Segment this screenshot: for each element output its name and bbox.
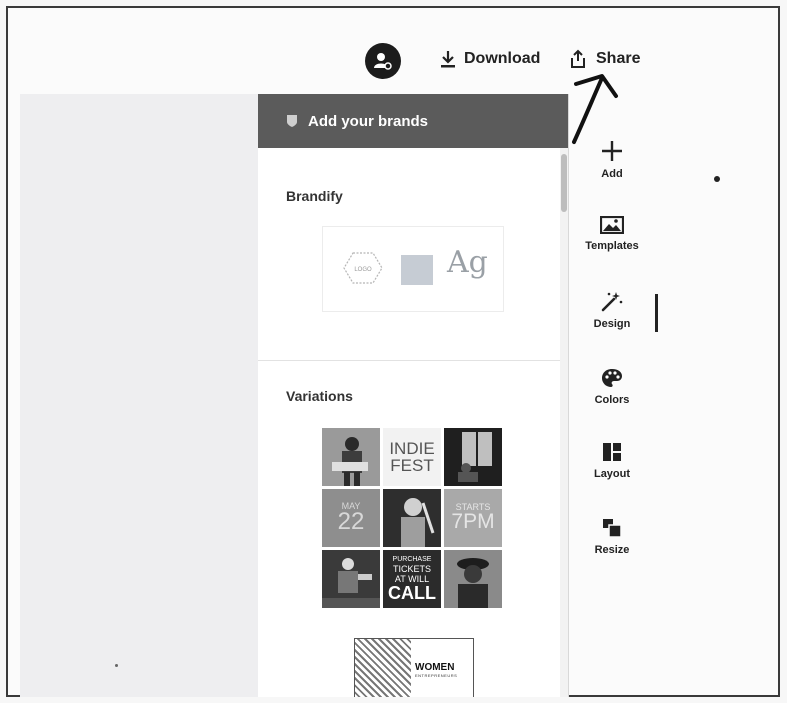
rail-label-layout: Layout: [593, 468, 631, 480]
plus-icon: [602, 141, 622, 161]
rail-label-colors: Colors: [594, 394, 630, 406]
panel-header-title: Add your brands: [308, 112, 429, 130]
rail-label-add: Add: [601, 168, 623, 180]
variation-tile-tickets: PURCHASE TICKETS AT WILL CALL: [383, 550, 441, 608]
tile-text-tickets: TICKETS: [392, 564, 431, 574]
variation-thumbnail-women[interactable]: WOMEN ENTREPRENEURS: [354, 638, 474, 697]
tile-text-call: CALL: [388, 583, 436, 603]
variation-tile-starts: STARTS 7PM: [444, 489, 502, 547]
top-bar: Download Share: [8, 8, 778, 144]
variations-title: Variations: [286, 388, 353, 404]
rail-resize[interactable]: Resize: [574, 518, 650, 556]
download-label: Download: [464, 50, 541, 67]
handdrawn-mark-line: [655, 294, 658, 332]
brandify-title: Brandify: [286, 188, 343, 204]
panel-divider: [258, 360, 560, 361]
window-frame: Download Share Add your brands Brandify: [6, 6, 780, 697]
tile-text-fest: FEST: [390, 456, 434, 475]
panel-scrollbar[interactable]: [560, 148, 568, 697]
brand-font-sample: Ag: [447, 245, 488, 280]
rail-label-resize: Resize: [594, 544, 630, 556]
variation-tile-may: MAY 22: [322, 489, 380, 547]
variation-tile-photo-1: [322, 428, 380, 486]
tile-text-indie: INDIE: [389, 439, 435, 458]
variation-tile-photo-3: [383, 489, 441, 547]
thumb-title: WOMEN: [415, 662, 455, 673]
logo-text: LOGO: [354, 267, 372, 273]
download-button[interactable]: Download: [440, 46, 540, 72]
window-figure-image: [444, 428, 502, 486]
resize-icon: [603, 519, 622, 538]
tile-text-day: 22: [337, 508, 365, 535]
magic-wand-icon: [601, 292, 623, 312]
user-icon: [374, 53, 392, 70]
performer-image: [322, 550, 380, 608]
rail-label-templates: Templates: [585, 240, 639, 252]
portrait-image: [444, 550, 502, 608]
rail-layout[interactable]: Layout: [574, 442, 650, 480]
thumbnail-text: WOMEN ENTREPRENEURS: [411, 639, 473, 697]
thumb-subtitle: ENTREPRENEURS: [415, 673, 458, 678]
guitarist-image: [322, 428, 380, 486]
rail-colors[interactable]: Colors: [574, 368, 650, 406]
rail-add[interactable]: Add: [574, 140, 650, 180]
rail-design[interactable]: Design: [574, 290, 650, 330]
variation-grid[interactable]: INDIE FEST MAY 22 STARTS 7PM PURCHASE TI…: [322, 428, 502, 608]
tile-text-purchase: PURCHASE: [392, 556, 432, 563]
canvas-area[interactable]: [20, 94, 258, 697]
rail-label-design: Design: [593, 318, 631, 330]
singer-image: [383, 489, 441, 547]
handdrawn-mark-dot: [714, 176, 720, 182]
scroll-thumb[interactable]: [561, 154, 567, 212]
brand-shield-icon: [287, 115, 297, 127]
handdrawn-arrow-annotation: [572, 74, 618, 144]
variation-tile-photo-2: [444, 428, 502, 486]
templates-icon: [600, 216, 624, 234]
avatar[interactable]: [365, 43, 401, 79]
brands-panel: Add your brands Brandify LOGO Ag Variati…: [258, 94, 569, 697]
layout-icon: [603, 443, 621, 461]
brand-color-swatch: [401, 255, 433, 285]
tile-text-time: 7PM: [451, 510, 495, 533]
palette-icon: [602, 369, 622, 387]
brandify-card[interactable]: LOGO Ag: [322, 226, 504, 312]
download-icon: [441, 51, 455, 68]
rail-templates[interactable]: Templates: [574, 216, 650, 252]
variation-tile-photo-4: [322, 550, 380, 608]
variation-tile-indie: INDIE FEST: [383, 428, 441, 486]
panel-header[interactable]: Add your brands: [258, 94, 568, 148]
variation-tile-photo-5: [444, 550, 502, 608]
pattern-graphic: [355, 639, 411, 697]
scan-speck: [115, 664, 118, 667]
logo-placeholder-icon: LOGO: [343, 252, 383, 284]
